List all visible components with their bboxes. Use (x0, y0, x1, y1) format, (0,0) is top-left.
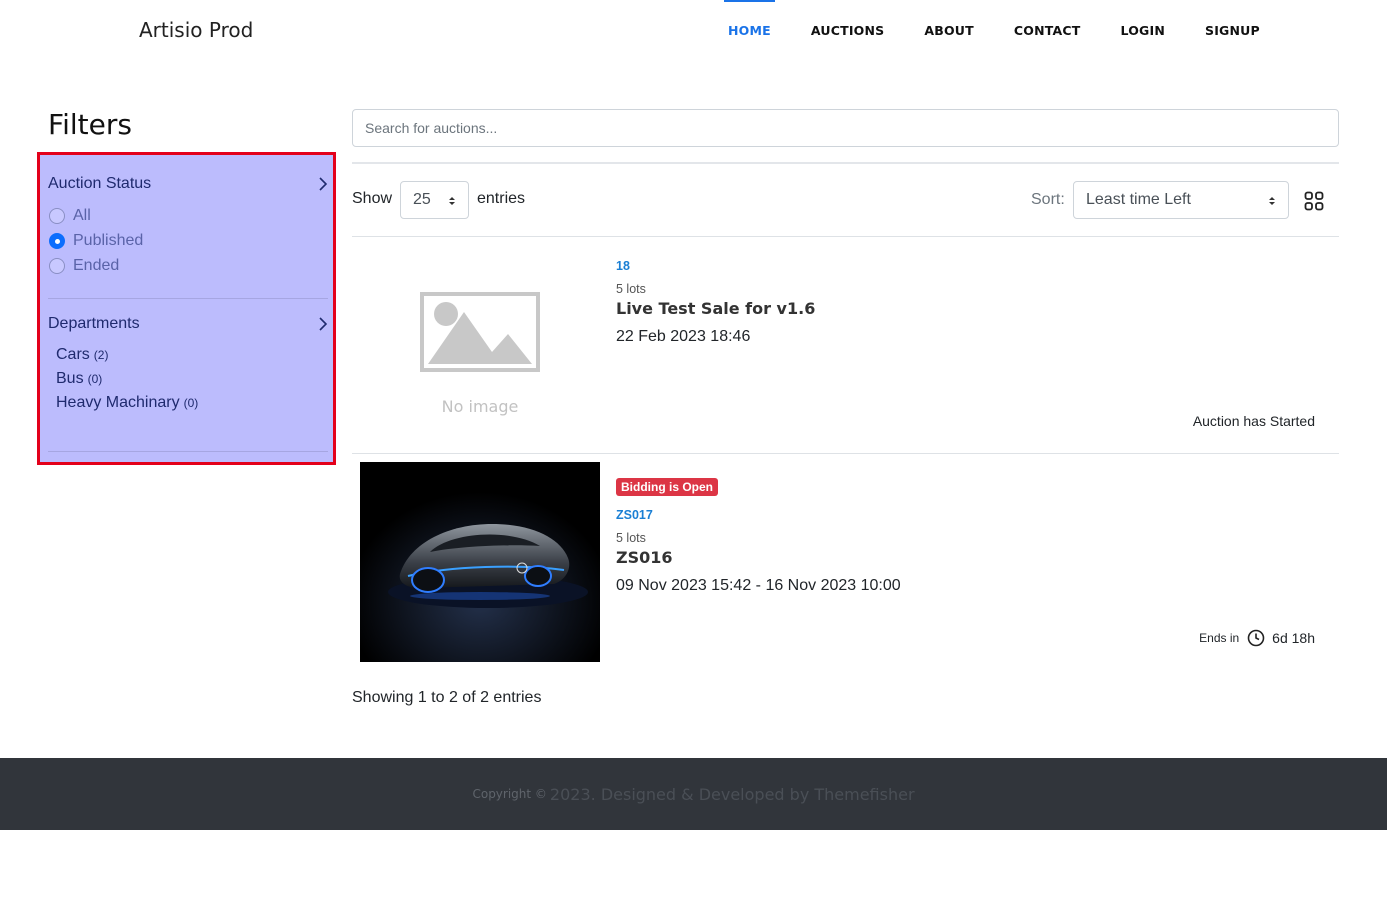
nav-contact[interactable]: CONTACT (994, 0, 1101, 62)
status-ended-radio[interactable] (49, 258, 65, 274)
departments-toggle[interactable]: Departments (48, 312, 328, 336)
chevron-right-icon (319, 317, 328, 331)
filter-divider (48, 451, 328, 452)
filters-title: Filters (48, 108, 132, 141)
sort-label: Sort: (1031, 191, 1065, 208)
ends-in-label: Ends in (1199, 631, 1240, 645)
auction-title[interactable]: Live Test Sale for v1.6 (616, 299, 815, 318)
select-caret-icon (1269, 197, 1275, 205)
nav-signup[interactable]: SIGNUP (1185, 0, 1280, 62)
departments-title: Departments (48, 315, 140, 332)
nav-home[interactable]: HOME (708, 0, 791, 62)
divider (352, 236, 1339, 237)
image-placeholder-icon (420, 292, 540, 372)
department-cars-count: (2) (93, 348, 109, 362)
nav-login[interactable]: LOGIN (1100, 0, 1185, 62)
auction-countdown: Ends in 6d 18h (1199, 629, 1315, 647)
status-all-label: All (73, 207, 91, 224)
search-input[interactable] (352, 109, 1339, 147)
sort-select-value: Least time Left (1086, 191, 1191, 208)
pagination-info: Showing 1 to 2 of 2 entries (352, 689, 542, 706)
status-published-radio[interactable] (49, 233, 65, 249)
auction-image-car[interactable] (360, 462, 600, 662)
department-heavy-machinary[interactable]: Heavy Machinary (0) (56, 394, 198, 412)
department-bus-count: (0) (87, 372, 103, 386)
department-cars-label: Cars (56, 346, 90, 363)
site-footer: Copyright © 2023. Designed & Developed b… (0, 758, 1387, 830)
divider (352, 453, 1339, 454)
show-label: Show (352, 190, 393, 207)
auction-title[interactable]: ZS016 (616, 548, 673, 567)
sort-select[interactable]: Least time Left (1073, 181, 1289, 219)
bidding-open-badge: Bidding is Open (616, 478, 718, 496)
department-heavy-machinary-count: (0) (183, 396, 199, 410)
status-all-radio[interactable] (49, 208, 65, 224)
auction-date: 09 Nov 2023 15:42 - 16 Nov 2023 10:00 (616, 577, 901, 594)
ends-in-value: 6d 18h (1272, 630, 1315, 646)
filters-panel: Auction Status All Published Ended Depar… (37, 152, 336, 465)
auction-status-toggle[interactable]: Auction Status (48, 172, 328, 196)
nav-about[interactable]: ABOUT (904, 0, 994, 62)
auction-image-placeholder[interactable]: No image (360, 262, 600, 444)
clock-icon (1247, 629, 1265, 647)
entries-label: entries (477, 190, 526, 207)
status-option-ended[interactable]: Ended (49, 257, 119, 275)
select-caret-icon (449, 197, 455, 205)
main-nav: HOME AUCTIONS ABOUT CONTACT LOGIN SIGNUP (708, 0, 1280, 62)
status-published-label: Published (73, 232, 144, 249)
department-cars[interactable]: Cars (2) (56, 346, 108, 364)
entries-select[interactable]: 25 (400, 181, 469, 219)
brand-logo[interactable]: Artisio Prod (139, 18, 253, 42)
grid-view-icon[interactable] (1304, 191, 1324, 211)
car-photo-icon (360, 462, 600, 662)
status-option-published[interactable]: Published (49, 232, 143, 250)
footer-credits: 2023. Designed & Developed by Themefishe… (549, 784, 915, 804)
department-bus[interactable]: Bus (0) (56, 370, 102, 388)
auction-date: 22 Feb 2023 18:46 (616, 328, 751, 345)
status-option-all[interactable]: All (49, 207, 91, 225)
auction-status-text: Auction has Started (1192, 413, 1315, 429)
entries-select-value: 25 (413, 191, 431, 208)
auction-lots-count: 5 lots (616, 531, 646, 545)
auction-lots-count: 5 lots (616, 282, 646, 296)
status-ended-label: Ended (73, 257, 120, 274)
chevron-right-icon (319, 177, 328, 191)
auction-code-link[interactable]: ZS017 (616, 508, 653, 522)
footer-copyright: Copyright © (472, 787, 547, 801)
site-header: Artisio Prod HOME AUCTIONS ABOUT CONTACT… (0, 0, 1387, 62)
divider (352, 162, 1339, 164)
filter-divider (48, 298, 328, 299)
department-bus-label: Bus (56, 370, 84, 387)
auction-status-title: Auction Status (48, 175, 152, 192)
auction-code-link[interactable]: 18 (616, 259, 630, 273)
nav-auctions[interactable]: AUCTIONS (791, 0, 904, 62)
no-image-text: No image (441, 397, 519, 416)
department-heavy-machinary-label: Heavy Machinary (56, 394, 180, 411)
